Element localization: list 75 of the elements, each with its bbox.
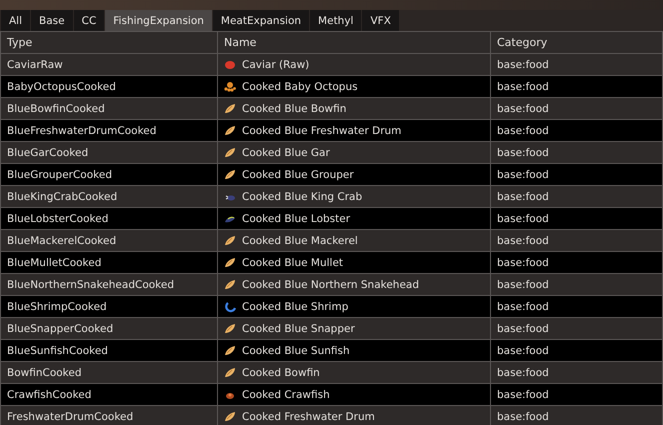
item-name: Cooked Blue Grouper bbox=[242, 168, 354, 180]
table-cell: BlueLobsterCooked bbox=[0, 208, 218, 230]
table-cell: base:food bbox=[490, 384, 662, 406]
table-cell: base:food bbox=[490, 274, 662, 296]
cooked-fish-icon bbox=[224, 256, 236, 268]
table-cell: BlueMackerelCooked bbox=[0, 230, 218, 252]
item-name: Cooked Crawfish bbox=[242, 388, 330, 400]
cooked-fish-icon bbox=[224, 322, 236, 334]
item-name: Cooked Blue Northern Snakehead bbox=[242, 278, 420, 290]
table-cell: BlueSnapperCooked bbox=[0, 318, 218, 340]
table-cell: BlueNorthernSnakeheadCooked bbox=[0, 274, 218, 296]
tab[interactable]: CC bbox=[74, 10, 104, 31]
item-name: Cooked Blue Gar bbox=[242, 146, 330, 158]
cooked-fish-icon bbox=[224, 278, 236, 290]
table-cell: FreshwaterDrumCooked bbox=[0, 406, 218, 425]
table-cell: base:food bbox=[490, 164, 662, 186]
tab[interactable]: Methyl bbox=[310, 10, 362, 31]
table-cell: base:food bbox=[490, 318, 662, 340]
cooked-fish-icon bbox=[224, 410, 236, 422]
table-cell: BlueFreshwaterDrumCooked bbox=[0, 120, 218, 142]
column-header[interactable]: Category bbox=[490, 32, 662, 54]
table-cell: base:food bbox=[490, 76, 662, 98]
table-cell: BlueGrouperCooked bbox=[0, 164, 218, 186]
item-name: Cooked Blue Freshwater Drum bbox=[242, 124, 402, 136]
tab[interactable]: All bbox=[1, 10, 30, 31]
table-cell: BlueKingCrabCooked bbox=[0, 186, 218, 208]
table-cell: base:food bbox=[490, 98, 662, 120]
item-name: Cooked Bowfin bbox=[242, 366, 320, 378]
tab[interactable]: MeatExpansion bbox=[212, 10, 310, 31]
table-cell: BlueGarCooked bbox=[0, 142, 218, 164]
table-cell: base:food bbox=[490, 252, 662, 274]
table-cell: base:food bbox=[490, 54, 662, 76]
table-cell: BlueSunfishCooked bbox=[0, 340, 218, 362]
cooked-fish-icon bbox=[224, 146, 236, 158]
cooked-fish-icon bbox=[224, 366, 236, 378]
table-cell: base:food bbox=[490, 120, 662, 142]
item-name: Cooked Blue Snapper bbox=[242, 322, 355, 334]
item-name: Cooked Blue Mullet bbox=[242, 256, 344, 268]
cooked-fish-icon bbox=[224, 102, 236, 114]
item-name: Cooked Blue Shrimp bbox=[242, 300, 348, 312]
cooked-fish-icon bbox=[224, 124, 236, 136]
table-cell: BlueMulletCooked bbox=[0, 252, 218, 274]
shrimp-icon bbox=[224, 300, 236, 312]
column-header[interactable]: Name bbox=[218, 32, 490, 54]
octopus-icon bbox=[224, 80, 236, 92]
column-header[interactable]: Type bbox=[0, 32, 218, 54]
table-cell: CaviarRaw bbox=[0, 54, 218, 76]
tab[interactable]: Base bbox=[31, 10, 73, 31]
table-cell: BlueShrimpCooked bbox=[0, 296, 218, 318]
item-name: Cooked Freshwater Drum bbox=[242, 410, 375, 422]
table-cell: CrawfishCooked bbox=[0, 384, 218, 406]
table-cell: base:food bbox=[490, 296, 662, 318]
item-name: Cooked Blue King Crab bbox=[242, 190, 362, 202]
table-cell: base:food bbox=[490, 230, 662, 252]
caviar-icon bbox=[224, 58, 236, 70]
table-cell: base:food bbox=[490, 340, 662, 362]
table-cell: BowfinCooked bbox=[0, 362, 218, 384]
cooked-fish-icon bbox=[224, 168, 236, 180]
table-cell: BabyOctopusCooked bbox=[0, 76, 218, 98]
item-name: Cooked Blue Mackerel bbox=[242, 234, 358, 246]
table-cell: BlueBowfinCooked bbox=[0, 98, 218, 120]
tab[interactable]: VFX bbox=[362, 10, 399, 31]
table-cell: base:food bbox=[490, 362, 662, 384]
item-name: Caviar (Raw) bbox=[242, 58, 310, 70]
item-name: Cooked Blue Sunfish bbox=[242, 344, 350, 356]
table-cell: base:food bbox=[490, 142, 662, 164]
item-name: Cooked Blue Bowfin bbox=[242, 102, 346, 114]
table-cell: base:food bbox=[490, 186, 662, 208]
item-name: Cooked Baby Octopus bbox=[242, 80, 358, 92]
table-cell: base:food bbox=[490, 208, 662, 230]
cooked-fish-icon bbox=[224, 344, 236, 356]
table-cell: base:food bbox=[490, 406, 662, 425]
item-name: Cooked Blue Lobster bbox=[242, 212, 350, 224]
cooked-fish-icon bbox=[224, 234, 236, 246]
tab[interactable]: FishingExpansion bbox=[105, 10, 212, 31]
